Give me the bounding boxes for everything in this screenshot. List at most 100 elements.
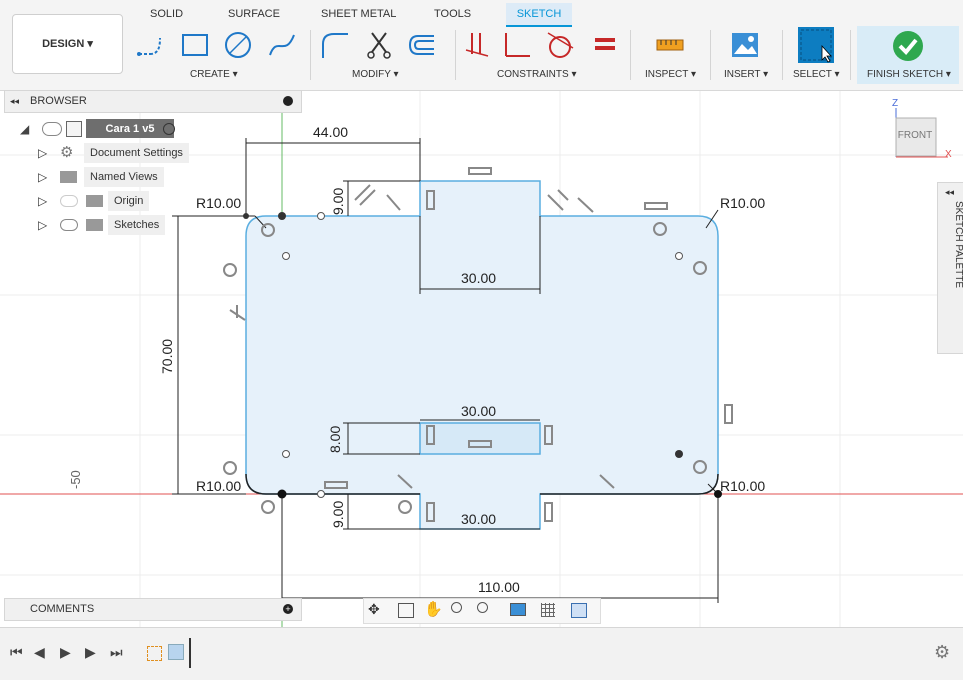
insert-menu[interactable]: INSERT ▾ — [724, 69, 768, 80]
sketch-feature-icon[interactable] — [147, 646, 162, 661]
folder-icon — [60, 171, 77, 183]
browser-item-label: Sketches — [108, 215, 166, 235]
extrude-feature-icon[interactable] — [168, 644, 184, 660]
browser-header[interactable]: ◂◂ BROWSER — [4, 90, 302, 113]
go-to-end-icon[interactable]: ⏭ — [110, 644, 123, 661]
browser-item-label: Named Views — [84, 167, 164, 187]
select-tool-icon[interactable] — [797, 26, 835, 64]
create-menu[interactable]: CREATE ▾ — [190, 69, 238, 80]
dim-9-bottom[interactable]: 9.00 — [330, 501, 346, 528]
line-tool-icon[interactable] — [136, 30, 166, 60]
dim-r10-top-left[interactable]: R10.00 — [196, 195, 241, 211]
timeline-settings-gear-icon[interactable]: ⚙ — [934, 642, 950, 663]
tab-sheet-metal[interactable]: SHEET METAL — [321, 8, 396, 20]
timeline-marker[interactable] — [189, 638, 191, 668]
viewcube[interactable]: FRONT Z X — [892, 98, 952, 160]
toolbar-divider — [310, 30, 311, 80]
hidden-eye-icon[interactable] — [60, 195, 78, 207]
collapse-panel-icon[interactable]: ◂◂ — [10, 91, 19, 112]
collapse-triangle-icon[interactable]: ◢ — [20, 119, 29, 139]
tab-solid[interactable]: SOLID — [150, 8, 183, 20]
expand-triangle-icon[interactable]: ▷ — [38, 167, 47, 187]
dim-8[interactable]: 8.00 — [327, 426, 343, 453]
modify-menu[interactable]: MODIFY ▾ — [352, 69, 399, 80]
select-menu[interactable]: SELECT ▾ — [793, 69, 840, 80]
component-icon — [66, 121, 82, 137]
toolbar-divider — [850, 30, 851, 80]
fit-icon[interactable] — [477, 602, 488, 613]
browser-title: BROWSER — [30, 95, 87, 107]
expand-palette-icon[interactable]: ◂◂ — [945, 187, 954, 198]
browser-item-label: Origin — [108, 191, 150, 211]
fillet-tool-icon[interactable] — [320, 30, 350, 60]
rectangle-tool-icon[interactable] — [180, 30, 210, 60]
offset-tool-icon[interactable] — [406, 30, 436, 60]
measure-icon[interactable] — [655, 30, 685, 60]
folder-icon — [86, 195, 103, 207]
insert-image-icon[interactable] — [730, 30, 760, 60]
dim-30-bottom[interactable]: 30.00 — [461, 511, 496, 527]
folder-icon — [86, 219, 103, 231]
comments-header[interactable]: COMMENTS + — [4, 598, 302, 621]
perpendicular-constraint-icon[interactable] — [502, 30, 532, 60]
sketch-palette-label: SKETCH PALETTE — [953, 201, 963, 289]
dim-9-top[interactable]: 9.00 — [330, 188, 346, 215]
comments-title: COMMENTS — [30, 603, 95, 615]
coincident-constraint-icon[interactable] — [462, 30, 492, 60]
finish-sketch-button[interactable]: FINISH SKETCH ▾ — [857, 26, 959, 84]
grid-settings-icon[interactable] — [541, 603, 555, 617]
equal-constraint-icon[interactable] — [590, 30, 620, 60]
activate-radio-icon[interactable] — [163, 123, 175, 135]
trim-scissors-icon[interactable] — [364, 30, 394, 60]
orbit-icon[interactable]: ✥ — [368, 601, 380, 618]
sketch-profile[interactable] — [245, 180, 719, 530]
browser-item-label: Document Settings — [84, 143, 189, 163]
display-settings-icon[interactable] — [510, 603, 526, 616]
toolbar-divider — [710, 30, 711, 80]
inner-slot-profile[interactable] — [419, 422, 541, 455]
visibility-eye-icon[interactable] — [42, 122, 62, 136]
dim-r10-bottom-right[interactable]: R10.00 — [720, 478, 765, 494]
play-icon[interactable]: ▶ — [60, 644, 71, 661]
visibility-eye-icon[interactable] — [60, 219, 78, 231]
expand-triangle-icon[interactable]: ▷ — [38, 191, 47, 211]
dim-30-top[interactable]: 30.00 — [461, 270, 496, 286]
expand-triangle-icon[interactable]: ▷ — [38, 143, 47, 163]
toolbar-divider — [782, 30, 783, 80]
pan-hand-icon[interactable]: ✋ — [424, 600, 443, 618]
add-comment-icon[interactable]: + — [283, 604, 293, 614]
spline-tool-icon[interactable] — [267, 30, 297, 60]
viewports-icon[interactable] — [571, 603, 587, 618]
dim-r10-top-right[interactable]: R10.00 — [720, 195, 765, 211]
inspect-menu[interactable]: INSPECT ▾ — [645, 69, 696, 80]
root-component-label[interactable]: Cara 1 v5 — [86, 119, 174, 138]
step-forward-icon[interactable]: ▶ — [85, 644, 96, 661]
toolbar-divider — [630, 30, 631, 80]
tab-tools[interactable]: TOOLS — [434, 8, 471, 20]
tab-surface[interactable]: SURFACE — [228, 8, 280, 20]
dim-70[interactable]: 70.00 — [159, 339, 175, 374]
finish-sketch-label: FINISH SKETCH ▾ — [867, 69, 951, 80]
dim-44[interactable]: 44.00 — [313, 124, 348, 140]
viewcube-x-label: X — [945, 149, 952, 160]
constraints-menu[interactable]: CONSTRAINTS ▾ — [497, 69, 576, 80]
step-back-icon[interactable]: ◀ — [34, 644, 45, 661]
tangent-constraint-icon[interactable] — [545, 30, 575, 60]
timeline-bar: ⏮ ◀ ▶ ▶ ⏭ ⚙ — [0, 627, 963, 680]
dim-r10-bottom-left[interactable]: R10.00 — [196, 478, 241, 494]
go-to-start-icon[interactable]: ⏮ — [10, 644, 23, 661]
circle-tool-icon[interactable] — [223, 30, 253, 60]
zoom-icon[interactable] — [451, 602, 462, 613]
checkmark-icon — [893, 31, 923, 61]
gear-icon: ⚙ — [60, 144, 74, 161]
expand-triangle-icon[interactable]: ▷ — [38, 215, 47, 235]
dim-110[interactable]: 110.00 — [478, 579, 520, 595]
axis-value-label: -50 — [68, 470, 83, 489]
sketch-palette-tab[interactable]: ◂◂ SKETCH PALETTE — [937, 182, 963, 354]
design-workspace-button[interactable]: DESIGN ▾ — [12, 14, 123, 74]
tab-sketch[interactable]: SKETCH — [506, 3, 572, 27]
browser-options-icon[interactable] — [283, 96, 293, 106]
viewcube-face-label: FRONT — [898, 130, 932, 141]
dim-30-mid[interactable]: 30.00 — [461, 403, 496, 419]
look-at-icon[interactable] — [398, 603, 414, 618]
